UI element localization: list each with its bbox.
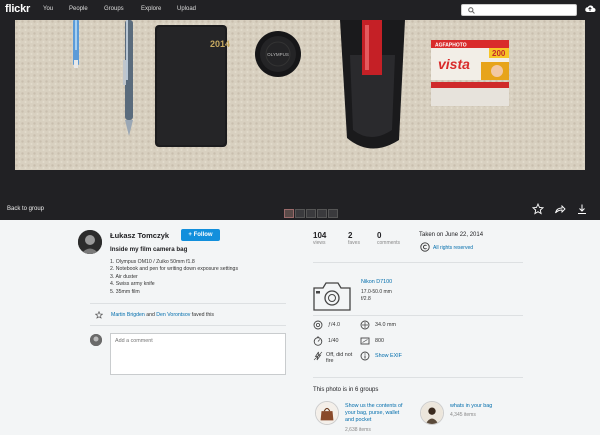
- filmstrip: [284, 205, 339, 223]
- divider: [313, 377, 523, 378]
- comments-count: 0: [377, 231, 382, 240]
- group-thumbnail[interactable]: [420, 401, 444, 425]
- divider: [313, 262, 523, 263]
- faves-line: Martin Brigden and Den Vorontsov faved t…: [111, 312, 214, 318]
- filmstrip-thumb[interactable]: [295, 209, 305, 218]
- photo-action-bar: Back to group: [0, 200, 600, 220]
- nav-people[interactable]: People: [69, 6, 88, 12]
- flash-line: fire: [326, 358, 334, 364]
- cloud-upload-icon[interactable]: [584, 3, 596, 15]
- filmstrip-thumb[interactable]: [328, 209, 338, 218]
- lens-cap-label: OLYMPUS: [267, 52, 289, 57]
- group-name-line: Show us the contents of: [345, 403, 403, 409]
- aperture-icon: [313, 320, 323, 330]
- main-photo[interactable]: 2014 OLYMPUS AGFAPHOTO 200 vista: [15, 20, 585, 170]
- search-input[interactable]: [478, 6, 574, 15]
- group-link[interactable]: whats in your bag: [450, 403, 492, 410]
- fave-user-link[interactable]: Den Vorontsov: [156, 312, 190, 318]
- focal-length-value: 34.0 mm: [375, 322, 396, 328]
- divider: [90, 303, 286, 304]
- divider: [313, 315, 523, 316]
- description-line: 1. Olympus OM10 / Zuiko 50mm f1.8: [110, 259, 195, 265]
- taken-date[interactable]: Taken on June 22, 2014: [419, 232, 483, 238]
- filmstrip-thumb[interactable]: [306, 209, 316, 218]
- iso-value: 800: [375, 338, 384, 344]
- description-line: 3. Air duster: [110, 273, 138, 280]
- filmstrip-thumb[interactable]: [317, 209, 327, 218]
- back-to-group-link[interactable]: Back to group: [7, 206, 44, 212]
- iso-icon: [360, 337, 370, 345]
- star-icon[interactable]: [532, 203, 544, 215]
- owner-name[interactable]: Łukasz Tomczyk: [110, 231, 169, 240]
- shutter-speed-icon: [313, 336, 323, 346]
- shutter-speed-value: 1/40: [328, 338, 339, 344]
- search-box[interactable]: [461, 4, 577, 16]
- notebook-label: 2014: [210, 39, 230, 49]
- faves-suffix: faved this: [191, 312, 214, 318]
- group-thumbnail[interactable]: [315, 401, 339, 425]
- description-line: 4. Swiss army knife: [110, 281, 155, 288]
- show-exif-link[interactable]: Show EXIF: [375, 353, 402, 359]
- group-name-line: whats in your bag: [450, 403, 493, 409]
- comment-input[interactable]: [110, 333, 286, 375]
- nav-upload[interactable]: Upload: [177, 6, 196, 12]
- camera-icon: [313, 282, 351, 311]
- group-item-count: 2,638 items: [345, 427, 371, 433]
- commenter-avatar: [90, 334, 102, 346]
- copyright-icon: [420, 242, 430, 252]
- faves-star-icon: [95, 311, 103, 319]
- groups-heading: This photo is in 6 groups: [313, 387, 379, 393]
- lens-range: 17.0-50.0 mm: [361, 289, 392, 295]
- camera-model-link[interactable]: Nikon D7100: [361, 279, 392, 285]
- group-item-count: 4,345 items: [450, 412, 476, 418]
- nav-explore[interactable]: Explore: [141, 6, 161, 12]
- description-line: 2. Notebook and pen for writing down exp…: [110, 266, 239, 273]
- focal-length-icon: [360, 320, 370, 330]
- filmstrip-thumb[interactable]: [284, 209, 294, 218]
- views-count: 104: [313, 231, 327, 240]
- faves-label: faves: [348, 240, 360, 246]
- description-line: 5. 35mm film: [110, 288, 140, 295]
- info-icon: [360, 351, 370, 361]
- comments-label: comments: [377, 240, 401, 246]
- flash-value: Off, did not fire: [326, 352, 352, 364]
- photo-description: 1. Olympus OM10 / Zuiko 50mm f1.8 2. Not…: [110, 259, 238, 296]
- group-link[interactable]: Show us the contents of your bag, purse,…: [345, 403, 403, 424]
- faves-and: and: [146, 312, 155, 318]
- owner-avatar[interactable]: [78, 230, 102, 254]
- lens-aperture: f/2.8: [361, 296, 371, 302]
- fave-user-link[interactable]: Martin Brigden: [111, 312, 145, 318]
- search-icon: [468, 7, 475, 14]
- group-name-line: your bag, purse, wallet: [345, 410, 400, 416]
- nav-groups[interactable]: Groups: [104, 6, 124, 12]
- license-link[interactable]: All rights reserved: [433, 245, 473, 251]
- nav-you[interactable]: You: [43, 6, 53, 12]
- group-name-line: and pocket: [345, 417, 372, 423]
- faves-count[interactable]: 2: [348, 231, 352, 240]
- divider: [90, 325, 286, 326]
- views-label: views: [313, 240, 326, 246]
- film-brand-label: AGFAPHOTO: [435, 43, 467, 49]
- photo-stage: 2014 OLYMPUS AGFAPHOTO 200 vista Back to…: [0, 20, 600, 220]
- share-icon[interactable]: [554, 203, 566, 215]
- film-iso-label: 200: [492, 49, 506, 58]
- follow-button[interactable]: + Follow: [181, 229, 220, 241]
- film-name-label: vista: [438, 56, 470, 72]
- fstop-value: ƒ/4.0: [328, 322, 340, 328]
- photo-title: Inside my film camera bag: [110, 246, 188, 253]
- download-icon[interactable]: [576, 203, 588, 215]
- flash-icon: [313, 351, 323, 361]
- top-navigation: flickr You People Groups Explore Upload: [0, 0, 600, 20]
- flickr-logo[interactable]: flickr: [5, 3, 30, 15]
- camera-lens-info: 17.0-50.0 mm f/2.8: [361, 289, 392, 303]
